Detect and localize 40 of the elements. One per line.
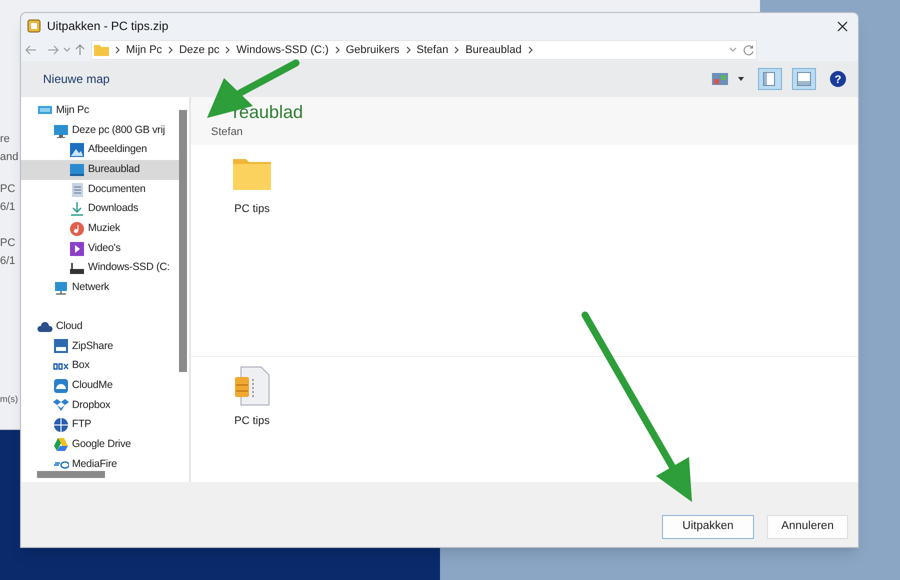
sidebar-item[interactable]: ZipShare [21,336,179,356]
sidebar-item[interactable]: Mijn Pc [21,101,179,121]
dialog-button[interactable]: Uitpakken [662,515,754,539]
sidebar-item[interactable]: Dropbox [21,396,179,416]
sidebar-item[interactable]: Box [21,356,179,376]
file-item[interactable]: PC tips [217,365,287,482]
help-icon[interactable]: ? [830,71,846,87]
sidebar-item[interactable]: MediaFire [21,454,179,474]
sidebar-item[interactable]: Windows-SSD (C: [21,258,179,278]
sidebar-item[interactable]: Google Drive [21,435,179,455]
window-title: Uitpakken - PC tips.zip [47,18,168,35]
file-item[interactable]: PC tips [217,153,287,356]
new-folder-button[interactable]: Nieuwe map [43,70,110,88]
sidebar-item[interactable]: Netwerk [21,278,179,298]
background-text: PC [0,236,16,251]
breadcrumb[interactable]: Mijn Pc [126,42,162,58]
sidebar-item[interactable]: Downloads [21,199,179,220]
sidebar-item[interactable]: Documenten [21,180,179,200]
breadcrumb[interactable]: Bureaublad [465,42,522,58]
sidebar-item[interactable]: Muziek [21,219,179,239]
sidebar-item[interactable]: Deze pc (800 GB vrij [21,120,179,140]
background-text: and [0,150,20,165]
sidebar-item[interactable]: Cloud [21,316,179,337]
background-text: m(s) [0,393,19,406]
sidebar-item[interactable]: Afbeeldingen [21,140,179,160]
address-bar[interactable]: Mijn Pc Deze pc Windows-SSD (C:) Gebruikers Stefan Bureaublad [91,40,757,60]
background-text: re [0,132,11,147]
sidebar-item[interactable]: Video's [21,238,179,258]
breadcrumb[interactable]: Deze pc [179,42,220,58]
background-text: 6/1 [0,254,16,269]
dialog-button[interactable]: Annuleren [767,515,848,539]
sidebar-item[interactable]: CloudMe [21,376,179,396]
background-text: 6/1 [0,200,16,215]
background-text: PC [0,182,16,197]
breadcrumb[interactable]: Gebruikers [346,42,400,58]
folder-path: Stefan [211,125,244,140]
breadcrumb[interactable]: Windows-SSD (C:) [236,42,329,58]
sidebar-item[interactable]: FTP [21,415,179,435]
sidebar-item[interactable]: Bureaublad [21,160,179,180]
breadcrumb[interactable]: Stefan [416,42,448,58]
